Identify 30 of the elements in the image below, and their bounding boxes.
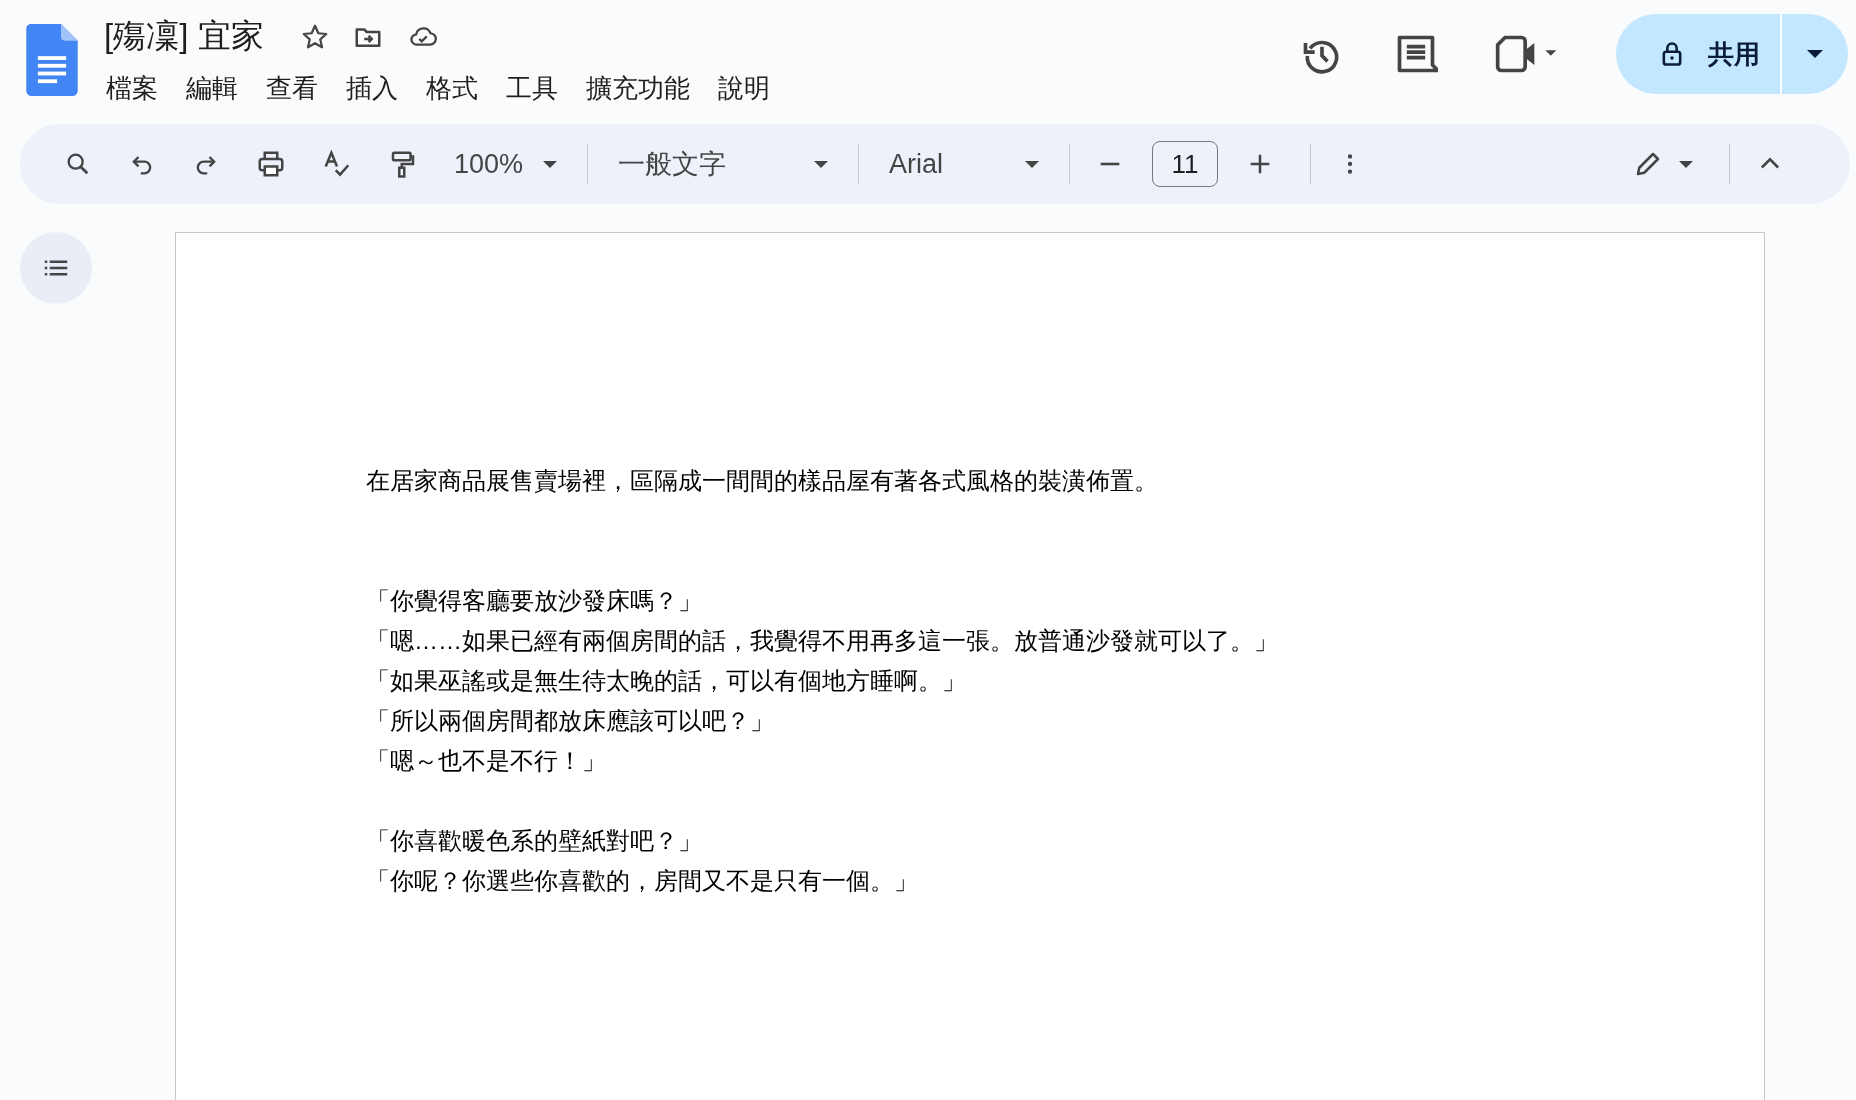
paragraph-style-dropdown[interactable]: 一般文字 — [618, 146, 829, 182]
font-size-field[interactable]: 11 — [1152, 141, 1219, 187]
menu-item[interactable]: 格式 — [412, 67, 492, 110]
body-text-line: 「嗯……如果已經有兩個房間的話，我覺得不用再多這一張。放普通沙發就可以了。」 — [366, 626, 1279, 656]
menu-item[interactable]: 檔案 — [104, 67, 172, 110]
caret-icon — [1025, 160, 1040, 168]
body-text-line: 「你覺得客廳要放沙發床嗎？」 — [366, 586, 703, 616]
menu-item[interactable]: 查看 — [252, 67, 332, 110]
caret-icon — [814, 160, 829, 168]
body-text-line: 「如果巫謠或是無生待太晚的話，可以有個地方睡啊。」 — [366, 666, 967, 696]
body-text-line: 在居家商品展售賣場裡，區隔成一間間的樣品屋有著各式風格的裝潢佈置。 — [366, 466, 1159, 496]
body-text-line: 「嗯～也不是不行！」 — [366, 746, 607, 776]
menu-item[interactable]: 工具 — [492, 67, 572, 110]
body-text-line: 「你呢？你選些你喜歡的，房間又不是只有一個。」 — [366, 866, 919, 896]
caret-icon — [1807, 50, 1823, 58]
font-dropdown[interactable]: Arial — [889, 148, 1040, 180]
docs-logo-icon[interactable] — [26, 24, 78, 96]
menu-item[interactable]: 擴充功能 — [572, 67, 704, 110]
document-title[interactable]: [殤凜] 宜家 — [104, 14, 264, 59]
menu-item[interactable]: 編輯 — [172, 67, 252, 110]
caret-icon — [543, 160, 558, 168]
share-button[interactable]: 共用 — [1616, 14, 1780, 94]
caret-icon — [1679, 160, 1693, 168]
spellcheck-icon[interactable] — [322, 149, 352, 179]
menu-item[interactable]: 插入 — [332, 67, 412, 110]
print-icon[interactable] — [256, 149, 286, 179]
body-text-line: 「你喜歡暖色系的壁紙對吧？」 — [366, 826, 703, 856]
body-text-line: 「所以兩個房間都放床應該可以吧？」 — [366, 706, 775, 736]
menu-item[interactable]: 說明 — [704, 67, 784, 110]
zoom-dropdown[interactable]: 100% — [454, 148, 558, 180]
